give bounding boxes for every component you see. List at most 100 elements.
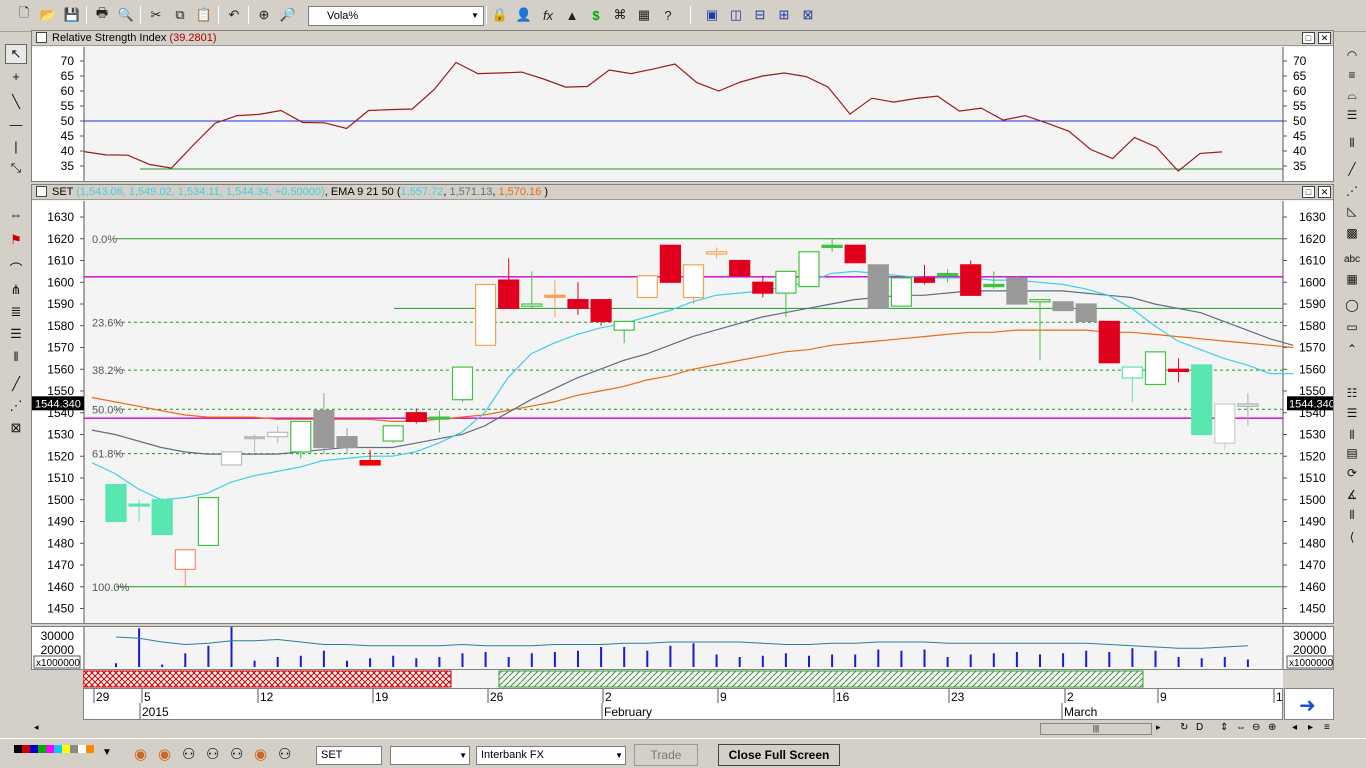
crosshair-tool-icon[interactable]: + (5, 66, 27, 86)
symbol-combo[interactable]: Vola% ▼ (308, 6, 484, 26)
scroll-right-icon[interactable]: ▸ (1156, 722, 1161, 733)
zoom-icon[interactable]: 🔎 (278, 5, 298, 25)
window-cascade-icon[interactable]: ▣ (702, 5, 722, 25)
volume-chart[interactable]: 30000 3000020000 20000x1000000 x1000000 (32, 627, 1333, 669)
cut-icon[interactable]: ✂ (146, 5, 166, 25)
fan-tool-icon[interactable]: ⋰ (1341, 182, 1363, 200)
rectangle-icon[interactable]: ▭ (1341, 318, 1363, 336)
symbol-field[interactable]: SET (316, 746, 382, 765)
tile-horizontal-icon[interactable]: ⊟ (750, 5, 770, 25)
angle-icon[interactable]: ∡ (1341, 486, 1363, 504)
undo-icon[interactable]: ↶ (224, 5, 244, 25)
vertical-line-icon[interactable]: | (5, 136, 27, 156)
people-icon[interactable]: ⚇ (230, 745, 243, 763)
arrange-icon[interactable]: ⊠ (798, 5, 818, 25)
save-icon[interactable]: 💾 (62, 5, 82, 25)
pane-select-icon[interactable] (36, 32, 47, 43)
close-icon[interactable]: ✕ (1318, 186, 1331, 198)
paste-icon[interactable]: 📋 (194, 5, 214, 25)
speed-arc-icon[interactable]: ◠ (1341, 46, 1363, 64)
flag-icon[interactable]: ⚑ (5, 230, 27, 250)
fan-icon[interactable]: ⋰ (5, 396, 27, 416)
spiral-icon[interactable]: ⟳ (1341, 464, 1363, 482)
pane-select-icon[interactable] (36, 186, 47, 197)
lines-icon[interactable]: ≡ (1341, 66, 1363, 84)
expand-icon[interactable]: ⇕ (1220, 722, 1228, 733)
chrome-icon[interactable]: ◉ (254, 745, 267, 763)
gann-icon[interactable]: ▩ (1341, 224, 1363, 242)
binoculars-icon[interactable]: ⌘ (610, 5, 630, 25)
cycles-icon[interactable]: ⦀ (1341, 426, 1363, 444)
rsi-chart[interactable]: 70 7065 6560 6055 5550 5045 4540 4035 35 (32, 47, 1333, 181)
person-icon[interactable]: 👤 (514, 5, 534, 25)
columns-icon[interactable]: ⦀ (1341, 134, 1363, 152)
trade-button[interactable]: Trade (634, 744, 698, 766)
color-palette[interactable] (14, 745, 98, 763)
scroll-icon[interactable]: ⇔ (5, 204, 27, 224)
ellipse-icon[interactable]: ◯ (1341, 296, 1363, 314)
copy-icon[interactable]: ⧉ (170, 5, 190, 25)
maximize-icon[interactable]: □ (1302, 186, 1315, 198)
fit-icon[interactable]: ⇔ (1236, 722, 1246, 733)
close-icon[interactable]: ✕ (1318, 32, 1331, 44)
trendline-icon[interactable]: ╲ (5, 92, 27, 112)
function-icon[interactable]: fx (538, 5, 558, 25)
chrome-icon[interactable]: ◉ (134, 745, 147, 763)
prev-icon[interactable]: ◂ (1292, 722, 1297, 733)
close-full-screen-button[interactable]: Close Full Screen (718, 744, 840, 766)
arrow-up-tool-icon[interactable]: ⌃ (1341, 340, 1363, 358)
new-icon[interactable]: 🗋 (14, 5, 34, 25)
line-tool-icon[interactable]: ╱ (5, 374, 27, 394)
gann-grid-icon[interactable]: ⊠ (5, 418, 27, 438)
print-icon[interactable]: 🖶 (92, 5, 112, 25)
pitchfork-icon[interactable]: ⋔ (5, 280, 27, 300)
fib-levels-icon[interactable]: ☰ (5, 324, 27, 344)
lock-icon[interactable]: 🔒 (490, 5, 510, 25)
tile-grid-icon[interactable]: ⊞ (774, 5, 794, 25)
price-chart[interactable]: 1630 1630 1620 1620 1610 1610 1600 1600 1590 1590… (32, 201, 1333, 623)
columns2-icon[interactable]: ⦀ (1341, 506, 1363, 524)
table-icon[interactable]: ▦ (1341, 270, 1363, 288)
diagonal-icon[interactable]: ╱ (1341, 160, 1363, 178)
pointer-icon[interactable]: ↖ (5, 44, 27, 64)
grid-icon[interactable]: ▦ (634, 5, 654, 25)
chrome-icon[interactable]: ◉ (158, 745, 171, 763)
refresh-icon[interactable]: ↻ (1180, 722, 1188, 733)
menu-icon[interactable]: ≡ (1324, 722, 1330, 733)
fib-ext-icon[interactable]: ☰ (1341, 106, 1363, 124)
print-preview-icon[interactable]: 🔍 (116, 5, 136, 25)
people-icon[interactable]: ⚇ (206, 745, 219, 763)
fib-retracement-icon[interactable]: ≣ (5, 302, 27, 322)
dollar-icon[interactable]: $ (586, 5, 606, 25)
ray-icon[interactable]: ⤡ (5, 158, 27, 178)
grid-levels-icon[interactable]: ☰ (1341, 404, 1363, 422)
triangle-tool-icon[interactable]: ◺ (1341, 202, 1363, 220)
bars-icon[interactable]: ▤ (1341, 444, 1363, 462)
horizontal-scrollbar[interactable]: ◂ ||| ▸ ↻ D ⇕ ⇔ ⊖ ⊕ ◂ ▸ ≡ (30, 720, 1336, 738)
interval-combo[interactable]: ▼ (390, 746, 470, 765)
d-button[interactable]: D (1196, 722, 1203, 733)
scroll-left-icon[interactable]: ◂ (34, 722, 39, 733)
curve-icon[interactable]: ⟨ (1341, 528, 1363, 546)
open-icon[interactable]: 📂 (38, 5, 58, 25)
zoom-out-icon[interactable]: ⊖ (1252, 722, 1260, 733)
crosshair-icon[interactable]: ⊕ (254, 5, 274, 25)
text-tool-icon[interactable]: abc (1341, 250, 1363, 268)
people-icon[interactable]: ⚇ (182, 745, 195, 763)
arc-tool-icon[interactable]: ⌓ (1341, 86, 1363, 104)
tile-vertical-icon[interactable]: ◫ (726, 5, 746, 25)
maximize-icon[interactable]: □ (1302, 32, 1315, 44)
scroll-right-button[interactable]: ➜ (1284, 688, 1334, 720)
feed-combo[interactable]: Interbank FX ▼ (476, 746, 626, 765)
levels-icon[interactable]: ☷ (1341, 384, 1363, 402)
next-icon[interactable]: ▸ (1308, 722, 1313, 733)
help-icon[interactable]: ? (658, 5, 678, 25)
horizontal-line-icon[interactable]: — (5, 114, 27, 134)
scrollbar-thumb[interactable]: ||| (1040, 723, 1152, 735)
arc-icon[interactable]: ⌒ (5, 258, 27, 278)
zoom-in-icon[interactable]: ⊕ (1268, 722, 1276, 733)
people-icon[interactable]: ⚇ (278, 745, 291, 763)
triangle-icon[interactable]: ▲ (562, 5, 582, 25)
palette-dropdown-icon[interactable]: ▼ (102, 747, 112, 758)
fib-timezones-icon[interactable]: ‖ (5, 346, 27, 366)
